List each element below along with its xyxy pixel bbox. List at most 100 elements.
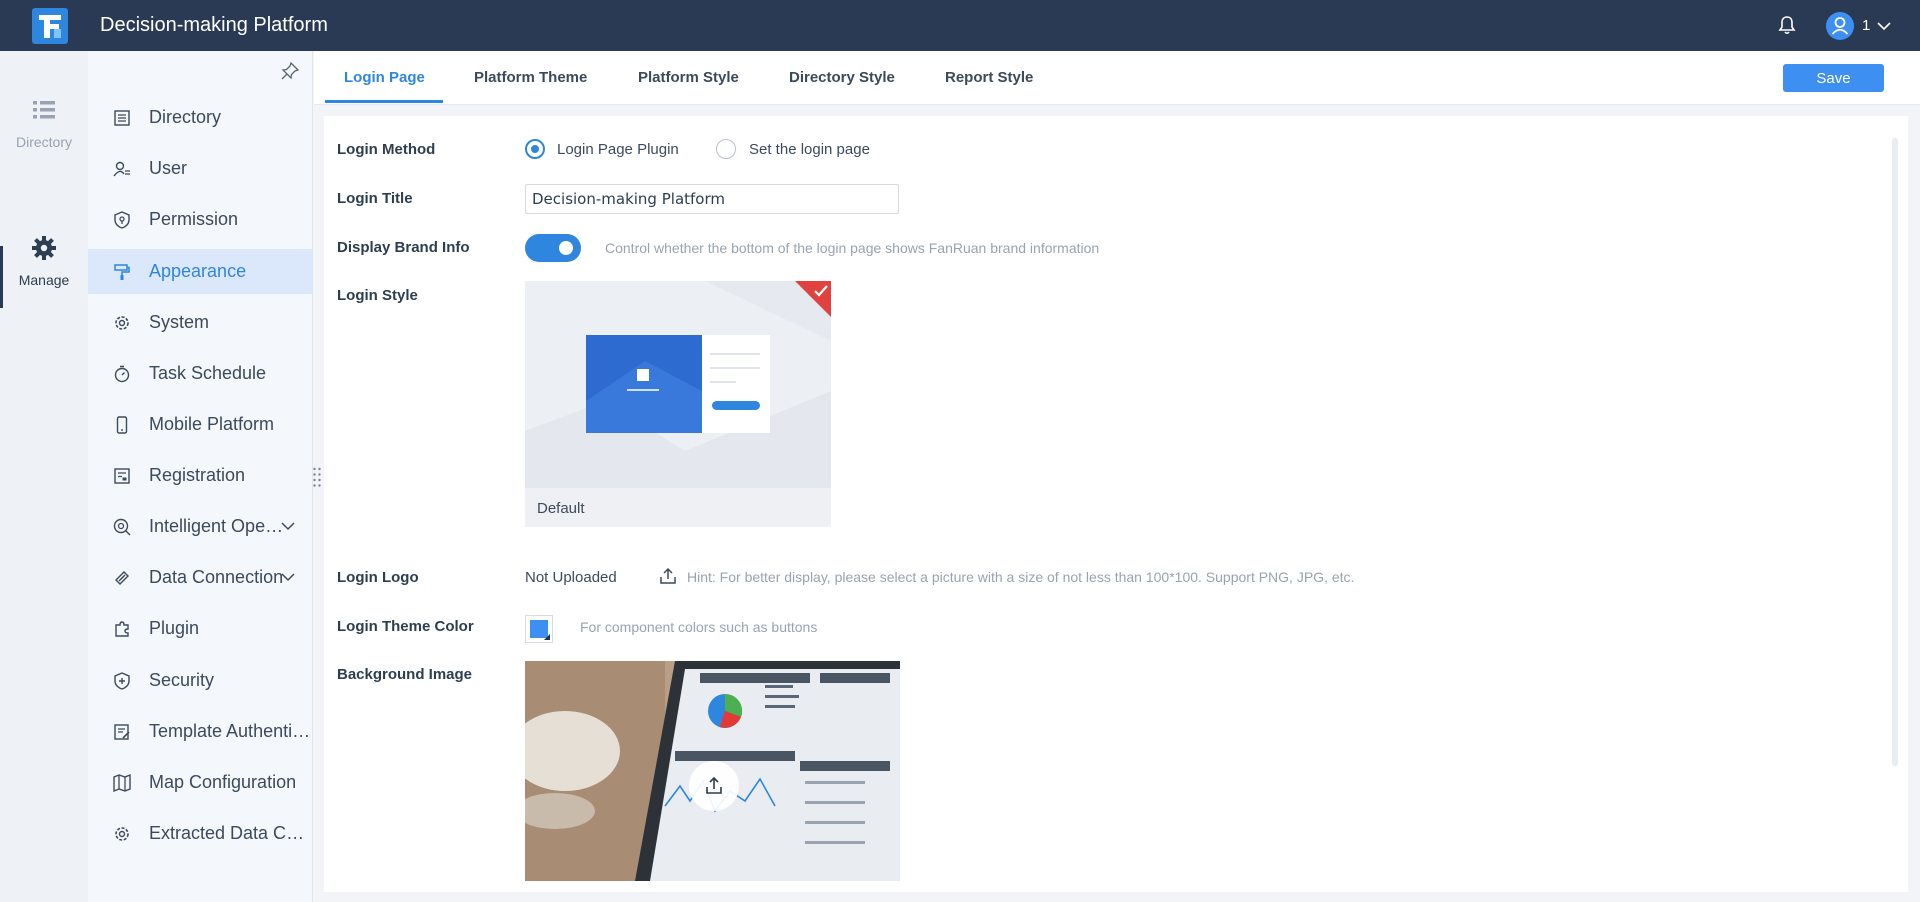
map-icon [113, 773, 131, 792]
sidebar-item-label: Registration [149, 465, 246, 485]
directory-icon [114, 109, 130, 126]
background-image-label: Background Image [337, 666, 473, 683]
sidebar-item-security[interactable]: Security [88, 658, 312, 703]
avatar[interactable] [1826, 12, 1854, 40]
theme-color-picker[interactable] [525, 615, 553, 643]
sidebar-item-plugin[interactable]: Plugin [88, 606, 312, 651]
display-brand-hint: Control whether the bottom of the login … [605, 240, 1100, 256]
fanruan-logo[interactable] [32, 8, 68, 44]
sidebar-item-label: Task Schedule [149, 363, 267, 383]
login-style-preview-image [525, 281, 831, 488]
login-style-label: Login Style [337, 287, 418, 304]
sidebar-item-mobile-platform[interactable]: Mobile Platform [88, 402, 312, 447]
login-title-label: Login Title [337, 190, 413, 207]
display-brand-toggle[interactable] [525, 234, 581, 262]
color-picker-caret-icon [544, 634, 550, 640]
tab-directory-style[interactable]: Directory Style [789, 69, 895, 86]
sidebar-item-user[interactable]: User [88, 146, 312, 191]
sidebar-item-label: Plugin [149, 618, 200, 638]
bell-icon[interactable] [1776, 14, 1798, 36]
rail-item-label: Directory [15, 134, 72, 150]
rail-item-manage[interactable]: Manage [0, 234, 88, 288]
upload-icon [706, 776, 722, 794]
stopwatch-icon [114, 365, 130, 382]
sidebar-item-data-connection[interactable]: Data Connection [88, 555, 312, 600]
pin-icon[interactable] [280, 61, 300, 81]
sidebar-item-label: Intelligent Ope… [149, 516, 284, 536]
sidebar-item-system[interactable]: System [88, 300, 312, 345]
sidebar-item-intelligent-operation[interactable]: Intelligent Ope… [88, 504, 312, 549]
sidebar-item-permission[interactable]: Permission [88, 197, 312, 242]
template-auth-icon [114, 723, 130, 740]
shield-icon [114, 671, 130, 690]
active-tab-indicator [325, 100, 443, 103]
left-rail: Directory Manage [0, 51, 88, 902]
sidebar-item-label: Map Configuration [149, 772, 297, 792]
registration-icon [114, 467, 130, 484]
save-button[interactable]: Save [1783, 64, 1884, 92]
tab-platform-style[interactable]: Platform Style [638, 69, 739, 86]
sidebar-item-label: Extracted Data Ca… [149, 823, 312, 843]
background-image-preview[interactable] [525, 661, 900, 881]
sidebar-item-registration[interactable]: Registration [88, 453, 312, 498]
sidebar-item-label: Data Connection [149, 567, 284, 587]
gear-icon [115, 315, 129, 330]
drag-handle-icon[interactable] [312, 466, 322, 488]
vertical-scrollbar[interactable] [1892, 138, 1898, 766]
login-style-card-label: Default [537, 500, 585, 517]
gear-icon [115, 826, 129, 841]
radio-login-page-plugin[interactable] [525, 139, 545, 159]
mobile-icon [116, 415, 128, 434]
puzzle-icon [115, 620, 129, 637]
user-icon [113, 161, 130, 176]
login-logo-status: Not Uploaded [525, 569, 617, 586]
login-method-label: Login Method [337, 141, 436, 158]
sidebar-item-map-configuration[interactable]: Map Configuration [88, 760, 312, 805]
login-logo-label: Login Logo [337, 569, 419, 586]
chevron-down-icon[interactable] [280, 569, 296, 585]
app-title: Decision-making Platform [100, 14, 328, 36]
intelligent-ops-icon [113, 518, 131, 536]
sidebar-item-label: Mobile Platform [149, 414, 275, 434]
tab-bar: Login Page Platform Theme Platform Style… [314, 51, 1920, 105]
rail-item-label: Manage [18, 272, 70, 288]
link-icon [115, 570, 129, 585]
sidebar-item-label: Permission [149, 209, 239, 229]
sidebar-item-label: Security [149, 670, 215, 690]
login-theme-color-label: Login Theme Color [337, 618, 474, 635]
tab-report-style[interactable]: Report Style [945, 69, 1033, 86]
sidebar-item-task-schedule[interactable]: Task Schedule [88, 351, 312, 396]
rail-item-directory[interactable]: Directory [0, 96, 88, 150]
tab-login-page[interactable]: Login Page [344, 69, 425, 86]
sidebar-item-label: System [149, 312, 210, 332]
sidebar-item-directory[interactable]: Directory [88, 95, 312, 140]
login-page-settings: Login Method Login Page Plugin Set the l… [324, 116, 1908, 892]
sidebar-item-template-authentication[interactable]: Template Authentic… [88, 709, 312, 754]
display-brand-info-label: Display Brand Info [337, 239, 470, 256]
chevron-down-icon[interactable] [1876, 18, 1892, 34]
sidebar-item-appearance[interactable]: Appearance [88, 249, 312, 294]
list-icon [33, 101, 55, 119]
radio-set-login-page[interactable] [716, 139, 736, 159]
user-avatar-icon [1831, 17, 1849, 35]
check-icon [814, 285, 828, 297]
tab-platform-theme[interactable]: Platform Theme [474, 69, 587, 86]
sidebar-item-label: User [149, 158, 188, 178]
user-name[interactable]: 1 [1862, 17, 1870, 34]
radio-label-login-page-plugin[interactable]: Login Page Plugin [557, 141, 679, 158]
chevron-down-icon[interactable] [280, 518, 296, 534]
gear-icon [32, 236, 56, 260]
top-bar: Decision-making Platform 1 [0, 0, 1920, 51]
sidebar-item-label: Appearance [149, 261, 247, 281]
background-upload-button[interactable] [689, 761, 739, 811]
sidebar-item-label: Directory [149, 107, 222, 127]
permission-icon [114, 210, 130, 229]
login-style-card-default[interactable]: Default [525, 281, 831, 527]
login-title-input[interactable] [525, 184, 899, 214]
sidebar: Directory User Permission Appearance Sys… [88, 51, 313, 902]
upload-icon[interactable] [659, 567, 677, 585]
radio-label-set-login-page[interactable]: Set the login page [749, 141, 870, 158]
theme-color-hint: For component colors such as buttons [580, 619, 818, 635]
paint-roller-icon [114, 263, 130, 280]
sidebar-item-extracted-data-cache[interactable]: Extracted Data Ca… [88, 811, 312, 856]
